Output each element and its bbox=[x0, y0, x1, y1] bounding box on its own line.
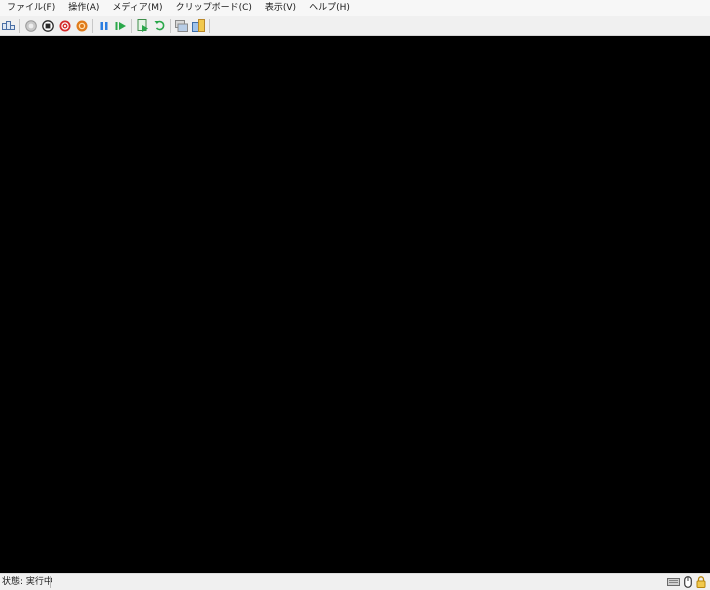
ctrl-alt-del-icon[interactable] bbox=[1, 18, 17, 34]
revert-icon[interactable] bbox=[152, 18, 168, 34]
status-icons bbox=[666, 575, 706, 588]
start-icon[interactable] bbox=[23, 18, 39, 34]
menu-file[interactable]: ファイル(F) bbox=[0, 0, 61, 16]
mouse-icon bbox=[682, 575, 693, 588]
toolbar-separator bbox=[92, 18, 93, 33]
status-separator bbox=[50, 576, 51, 588]
toolbar bbox=[0, 16, 710, 36]
enhanced-session-icon[interactable] bbox=[174, 18, 190, 34]
shut-down-icon[interactable] bbox=[57, 18, 73, 34]
lock-icon bbox=[695, 575, 706, 588]
menu-media[interactable]: メディア(M) bbox=[105, 0, 168, 16]
status-bar: 状態: 実行中 bbox=[0, 573, 710, 590]
pause-icon[interactable] bbox=[96, 18, 112, 34]
menu-action[interactable]: 操作(A) bbox=[61, 0, 105, 16]
status-text: 状態: 実行中 bbox=[2, 577, 53, 587]
turn-off-icon[interactable] bbox=[40, 18, 56, 34]
toolbar-separator bbox=[209, 18, 210, 33]
menu-clipboard[interactable]: クリップボード(C) bbox=[169, 0, 258, 16]
save-state-icon[interactable] bbox=[74, 18, 90, 34]
toolbar-separator bbox=[19, 18, 20, 33]
menu-view[interactable]: 表示(V) bbox=[258, 0, 302, 16]
menu-bar: ファイル(F) 操作(A) メディア(M) クリップボード(C) 表示(V) ヘ… bbox=[0, 0, 710, 16]
keyboard-icon bbox=[666, 575, 680, 588]
share-icon[interactable] bbox=[191, 18, 207, 34]
resume-icon[interactable] bbox=[113, 18, 129, 34]
toolbar-separator bbox=[170, 18, 171, 33]
menu-help[interactable]: ヘルプ(H) bbox=[302, 0, 356, 16]
checkpoint-icon[interactable] bbox=[135, 18, 151, 34]
toolbar-separator bbox=[131, 18, 132, 33]
vm-screen[interactable] bbox=[0, 36, 710, 573]
